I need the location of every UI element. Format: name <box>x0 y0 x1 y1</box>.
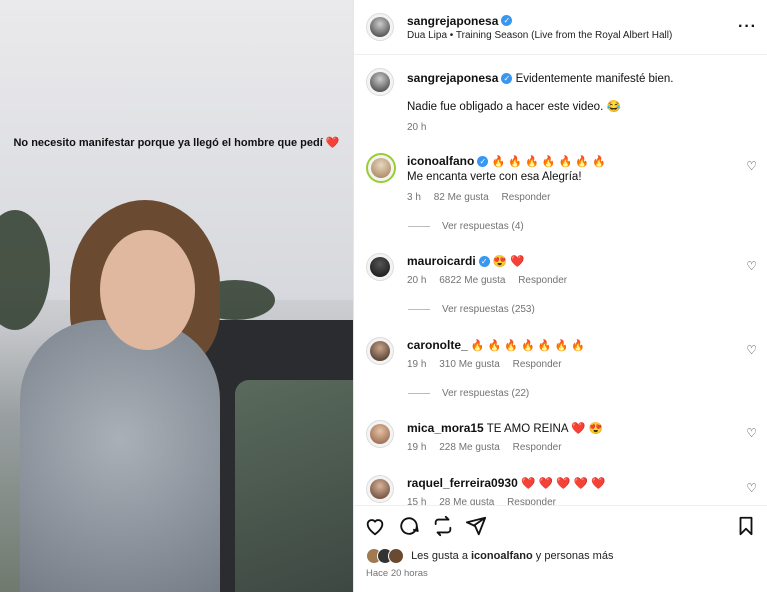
post-header: sangrejaponesa ✓ Dua Lipa • Training Seas… <box>354 0 767 55</box>
avatar <box>388 548 404 564</box>
reply-button[interactable]: Responder <box>518 275 567 286</box>
comment-text: ❤️ ❤️ ❤️ ❤️ ❤️ <box>520 478 606 490</box>
comment-text: TE AMO REINA ❤️ 😍 <box>486 423 603 435</box>
caption-text: Evidentemente manifesté bien. <box>515 73 674 85</box>
reply-button[interactable]: Responder <box>502 192 551 203</box>
save-icon[interactable] <box>735 515 757 537</box>
comment-username[interactable]: iconoalfano <box>407 154 474 168</box>
verified-icon: ✓ <box>501 15 513 27</box>
reply-button[interactable]: Responder <box>513 359 562 370</box>
caption-time: 20 h <box>407 122 427 133</box>
comment-likes[interactable]: 228 Me gusta <box>439 442 500 453</box>
avatar[interactable] <box>366 68 394 96</box>
comment-likes[interactable]: 6822 Me gusta <box>439 275 505 286</box>
avatar[interactable] <box>366 153 396 183</box>
share-icon[interactable] <box>465 515 487 537</box>
comment-username[interactable]: raquel_ferreira0930 <box>407 476 518 490</box>
comment-time: 19 h <box>407 359 427 370</box>
caption-username[interactable]: sangrejaponesa <box>407 71 498 85</box>
avatar[interactable] <box>366 13 394 41</box>
comment-icon[interactable] <box>398 515 420 537</box>
like-heart-icon[interactable]: ♡ <box>746 426 757 440</box>
reply-button[interactable]: Responder <box>513 442 562 453</box>
comment-time: 3 h <box>407 192 421 203</box>
verified-icon: ✓ <box>478 256 490 268</box>
view-replies[interactable]: Ver respuestas (253) <box>408 304 535 315</box>
verified-icon: ✓ <box>501 73 513 85</box>
likes-suffix: y personas más <box>535 549 614 562</box>
view-replies[interactable]: Ver respuestas (4) <box>408 221 524 232</box>
comment-text: 😍 ❤️ <box>492 256 525 268</box>
like-heart-icon[interactable]: ♡ <box>746 481 757 495</box>
avatar[interactable] <box>366 253 394 281</box>
like-heart-icon[interactable]: ♡ <box>746 343 757 357</box>
comment-username[interactable]: mica_mora15 <box>407 421 484 435</box>
avatar[interactable] <box>366 337 394 365</box>
post-media[interactable]: No necesito manifestar porque ya llegó e… <box>0 0 353 592</box>
comment-username[interactable]: mauroicardi <box>407 254 476 268</box>
jacket <box>20 320 220 592</box>
like-heart-icon[interactable]: ♡ <box>746 159 757 173</box>
more-options-icon[interactable]: ··· <box>738 18 757 36</box>
audio-track[interactable]: Dua Lipa • Training Season (Live from th… <box>407 30 672 41</box>
likes-user[interactable]: iconoalfano <box>471 550 533 562</box>
avatar[interactable] <box>366 420 394 448</box>
like-icon[interactable] <box>364 515 386 537</box>
verified-icon: ✓ <box>477 156 489 168</box>
car-window <box>235 380 353 592</box>
post-time: Hace 20 horas <box>366 568 428 579</box>
action-bar: Les gusta a iconoalfano y personas más H… <box>354 505 767 593</box>
view-replies[interactable]: Ver respuestas (22) <box>408 388 529 399</box>
comments-panel: sangrejaponesa ✓ Dua Lipa • Training Seas… <box>354 0 767 593</box>
repost-icon[interactable] <box>432 515 454 537</box>
comment-text: 🔥 🔥 🔥 🔥 🔥 🔥 🔥 <box>470 340 586 352</box>
avatar[interactable] <box>366 475 394 503</box>
comment-likes[interactable]: 82 Me gusta <box>434 192 489 203</box>
comment-username[interactable]: caronolte_ <box>407 338 468 352</box>
caption-text-2: Nadie fue obligado a hacer este video. 😂 <box>407 101 621 113</box>
comment-text: 🔥 🔥 🔥 🔥 🔥 🔥 🔥 <box>491 156 606 168</box>
comment-time: 19 h <box>407 442 427 453</box>
like-heart-icon[interactable]: ♡ <box>746 259 757 273</box>
likes-summary[interactable]: Les gusta a iconoalfano y personas más <box>366 548 613 564</box>
header-username[interactable]: sangrejaponesa <box>407 14 498 28</box>
media-caption: No necesito manifestar porque ya llegó e… <box>13 137 340 149</box>
face <box>100 230 195 350</box>
comment-likes[interactable]: 310 Me gusta <box>439 359 500 370</box>
likes-prefix: Les gusta a <box>411 549 468 562</box>
comment-text-2: Me encanta verte con esa Alegría! <box>407 171 582 183</box>
comment-time: 20 h <box>407 275 427 286</box>
